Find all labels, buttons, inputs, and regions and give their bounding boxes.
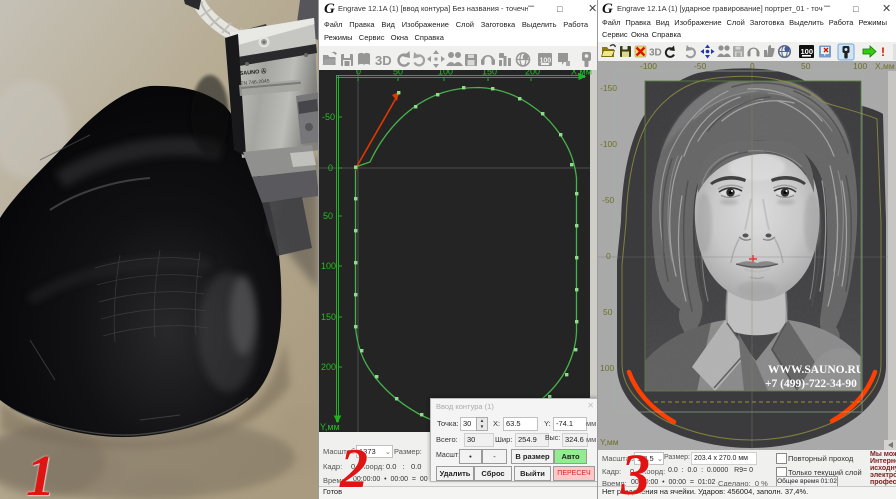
svg-text:X,мм: X,мм bbox=[571, 70, 592, 77]
svg-text:200: 200 bbox=[525, 70, 540, 77]
svg-text:X,мм: X,мм bbox=[875, 61, 895, 71]
svg-text:50: 50 bbox=[323, 211, 333, 221]
svg-text:-100: -100 bbox=[600, 139, 617, 149]
svg-text:0: 0 bbox=[750, 61, 755, 71]
svg-text:100: 100 bbox=[321, 261, 336, 271]
svg-text:-50: -50 bbox=[694, 61, 707, 71]
svg-text:3D: 3D bbox=[649, 48, 662, 59]
svg-text:-150: -150 bbox=[600, 83, 617, 93]
svg-text:50: 50 bbox=[603, 307, 613, 317]
svg-text:200: 200 bbox=[321, 362, 336, 372]
svg-text:0: 0 bbox=[328, 163, 333, 173]
svg-text:150: 150 bbox=[482, 70, 497, 77]
svg-text:-50: -50 bbox=[322, 112, 335, 122]
svg-text:100: 100 bbox=[801, 47, 814, 56]
svg-text:3D: 3D bbox=[375, 53, 392, 68]
svg-text:Y,мм: Y,мм bbox=[320, 422, 340, 432]
svg-text:0: 0 bbox=[356, 70, 361, 77]
svg-text:100: 100 bbox=[853, 61, 867, 71]
svg-text:50: 50 bbox=[393, 70, 403, 77]
svg-text:-50: -50 bbox=[602, 195, 615, 205]
svg-text:-100: -100 bbox=[640, 61, 657, 71]
svg-text:150: 150 bbox=[321, 312, 336, 322]
svg-text:50: 50 bbox=[801, 61, 811, 71]
svg-text:0: 0 bbox=[606, 251, 611, 261]
svg-text:Y,мм: Y,мм bbox=[600, 437, 619, 447]
svg-text:100: 100 bbox=[600, 363, 614, 373]
svg-text:!: ! bbox=[881, 45, 885, 59]
svg-text:100: 100 bbox=[438, 70, 453, 77]
